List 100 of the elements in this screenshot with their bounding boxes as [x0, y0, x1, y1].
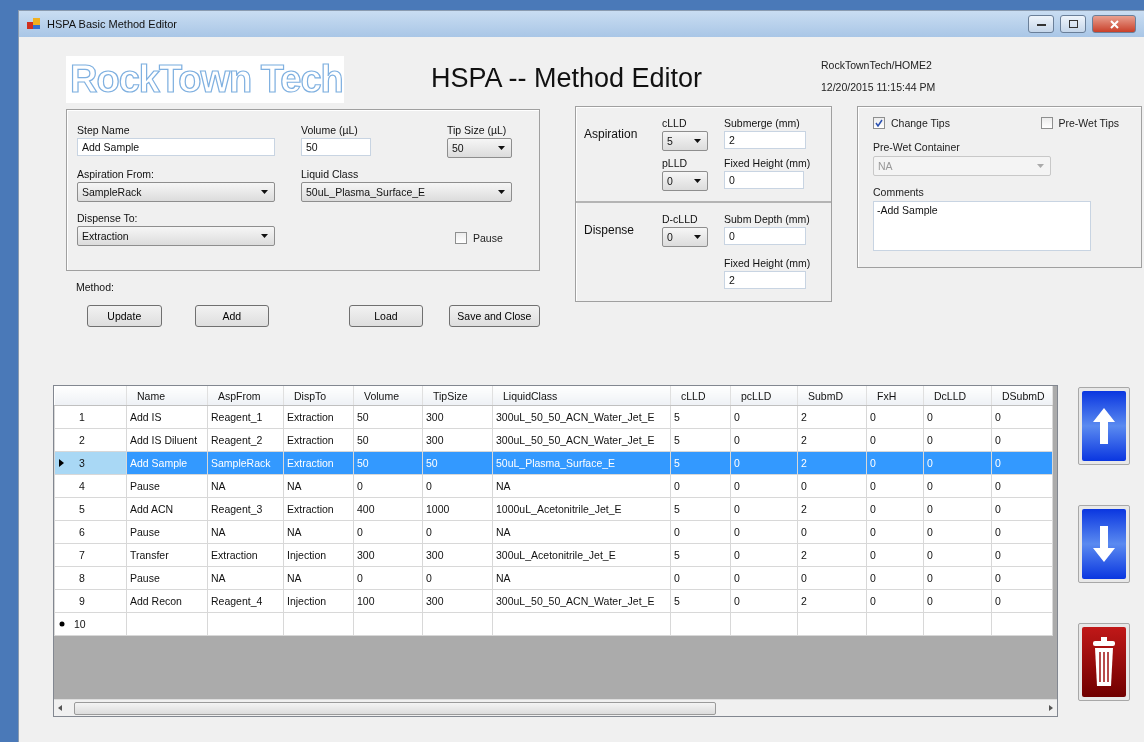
row-number: 2	[79, 434, 85, 446]
horizontal-scrollbar[interactable]	[54, 699, 1057, 716]
row-number: 1	[79, 411, 85, 423]
submerge-field[interactable]: 2	[724, 131, 806, 149]
row-header[interactable]: 6	[54, 520, 127, 544]
timestamp: 12/20/2015 11:15:44 PM	[821, 81, 936, 93]
row-number: 8	[79, 572, 85, 584]
section-label: Aspiration	[584, 127, 639, 141]
checkbox-label: Pre-Wet Tips	[1058, 117, 1119, 129]
page-title: HSPA -- Method Editor	[431, 63, 704, 94]
table-cell: 50uL_Plasma_Surface_E	[492, 451, 671, 475]
table-cell: 300uL_50_50_ACN_Water_Jet_E	[492, 589, 671, 613]
window-title: HSPA Basic Method Editor	[47, 18, 178, 30]
column-header[interactable]: DcLLD	[923, 386, 992, 406]
checkbox-label: Change Tips	[891, 117, 950, 129]
scrollbar-thumb[interactable]	[74, 701, 716, 715]
checkmark-icon	[875, 119, 883, 127]
method-label: Method:	[76, 281, 115, 293]
action-button[interactable]: Add	[194, 305, 270, 327]
table-cell: NA	[492, 474, 671, 498]
table-cell: 1000uL_Acetonitrile_Jet_E	[492, 497, 671, 521]
move-down-button[interactable]	[1078, 505, 1130, 583]
field-label: Volume (µL)	[301, 124, 359, 136]
fixed-height-field[interactable]: 0	[724, 171, 804, 189]
column-header[interactable]: AspFrom	[207, 386, 284, 406]
checkbox[interactable]	[455, 232, 467, 244]
current-row-icon	[59, 459, 64, 467]
dropdown-arrow-icon	[1037, 164, 1044, 168]
column-header[interactable]: SubmD	[797, 386, 867, 406]
move-up-button[interactable]	[1078, 387, 1130, 465]
checkbox[interactable]	[1040, 117, 1053, 129]
close-button[interactable]	[1092, 15, 1136, 33]
delete-button[interactable]	[1078, 623, 1130, 701]
aspiration-from-dropdown[interactable]: SampleRack	[77, 182, 275, 202]
dropdown-arrow-icon	[694, 139, 701, 143]
field-label: Subm Depth (mm)	[724, 213, 811, 225]
row-header[interactable]: 2	[54, 428, 127, 452]
new-row-icon	[59, 621, 65, 627]
tip-size-dropdown[interactable]: 50	[447, 138, 512, 158]
column-header[interactable]: DSubmD	[991, 386, 1053, 406]
action-button[interactable]: Update	[87, 305, 162, 327]
row-header[interactable]: 8	[54, 566, 127, 590]
field-label: Aspiration From:	[77, 168, 156, 180]
fixed-height-field[interactable]: 2	[724, 271, 806, 289]
action-button[interactable]: Save and Close	[448, 305, 540, 327]
dclld-dropdown[interactable]: 0	[662, 227, 708, 247]
row-header[interactable]: 9	[54, 589, 127, 613]
column-header[interactable]: LiquidClass	[492, 386, 671, 406]
column-header[interactable]: pcLLD	[730, 386, 798, 406]
row-header[interactable]: 10	[54, 612, 127, 636]
dropdown-arrow-icon	[498, 190, 505, 194]
row-number: 6	[79, 526, 85, 538]
row-header[interactable]: 3	[54, 451, 127, 475]
down-arrow-icon	[1091, 524, 1117, 564]
dropdown-arrow-icon	[694, 179, 701, 183]
field-label: Fixed Height (mm)	[724, 257, 812, 269]
field-label: Submerge (mm)	[724, 117, 801, 129]
field-label: Dispense To:	[77, 212, 139, 224]
logo: RockTown Tech	[66, 56, 344, 103]
field-label: D-cLLD	[662, 213, 699, 225]
section-label: Dispense	[584, 223, 636, 237]
liquid-class-dropdown[interactable]: 50uL_Plasma_Surface_E	[301, 182, 512, 202]
comments-field[interactable]: -Add Sample	[873, 201, 1091, 251]
column-header[interactable]: DispTo	[283, 386, 354, 406]
step-name-field[interactable]: Add Sample	[77, 138, 275, 156]
row-number: 9	[79, 595, 85, 607]
row-header[interactable]: 4	[54, 474, 127, 498]
dropdown-arrow-icon	[261, 190, 268, 194]
action-button[interactable]: Load	[349, 305, 423, 327]
maximize-icon	[1068, 20, 1078, 28]
field-label: Fixed Height (mm)	[724, 157, 812, 169]
field-label: Tip Size (µL)	[447, 124, 508, 136]
clld-dropdown[interactable]: 5	[662, 131, 708, 151]
row-header[interactable]: 7	[54, 543, 127, 567]
plld-dropdown[interactable]: 0	[662, 171, 708, 191]
up-arrow-icon	[1091, 406, 1117, 446]
field-label: Pre-Wet Container	[873, 141, 961, 153]
dropdown-arrow-icon	[498, 146, 505, 150]
column-header[interactable]: Volume	[353, 386, 423, 406]
dispense-to-dropdown[interactable]: Extraction	[77, 226, 275, 246]
dropdown-arrow-icon	[694, 235, 701, 239]
checkbox[interactable]	[873, 117, 885, 129]
row-header[interactable]: 5	[54, 497, 127, 521]
column-header[interactable]: FxH	[866, 386, 924, 406]
field-label: pLLD	[662, 157, 689, 169]
column-header[interactable]: TipSize	[422, 386, 493, 406]
row-number: 3	[79, 457, 85, 469]
field-label: Comments	[873, 186, 925, 198]
column-header[interactable]: cLLD	[670, 386, 731, 406]
row-number: 7	[79, 549, 85, 561]
dropdown-arrow-icon	[261, 234, 268, 238]
subm-depth-field[interactable]: 0	[724, 227, 806, 245]
row-header[interactable]: 1	[54, 405, 127, 429]
column-header[interactable]: Name	[126, 386, 208, 406]
table-cell: 300uL_50_50_ACN_Water_Jet_E	[492, 405, 671, 429]
maximize-button[interactable]	[1060, 15, 1086, 33]
table-cell: 300uL_Acetonitrile_Jet_E	[492, 543, 671, 567]
row-number: 10	[74, 618, 86, 630]
minimize-button[interactable]	[1028, 15, 1054, 33]
volume-field[interactable]: 50	[301, 138, 371, 156]
